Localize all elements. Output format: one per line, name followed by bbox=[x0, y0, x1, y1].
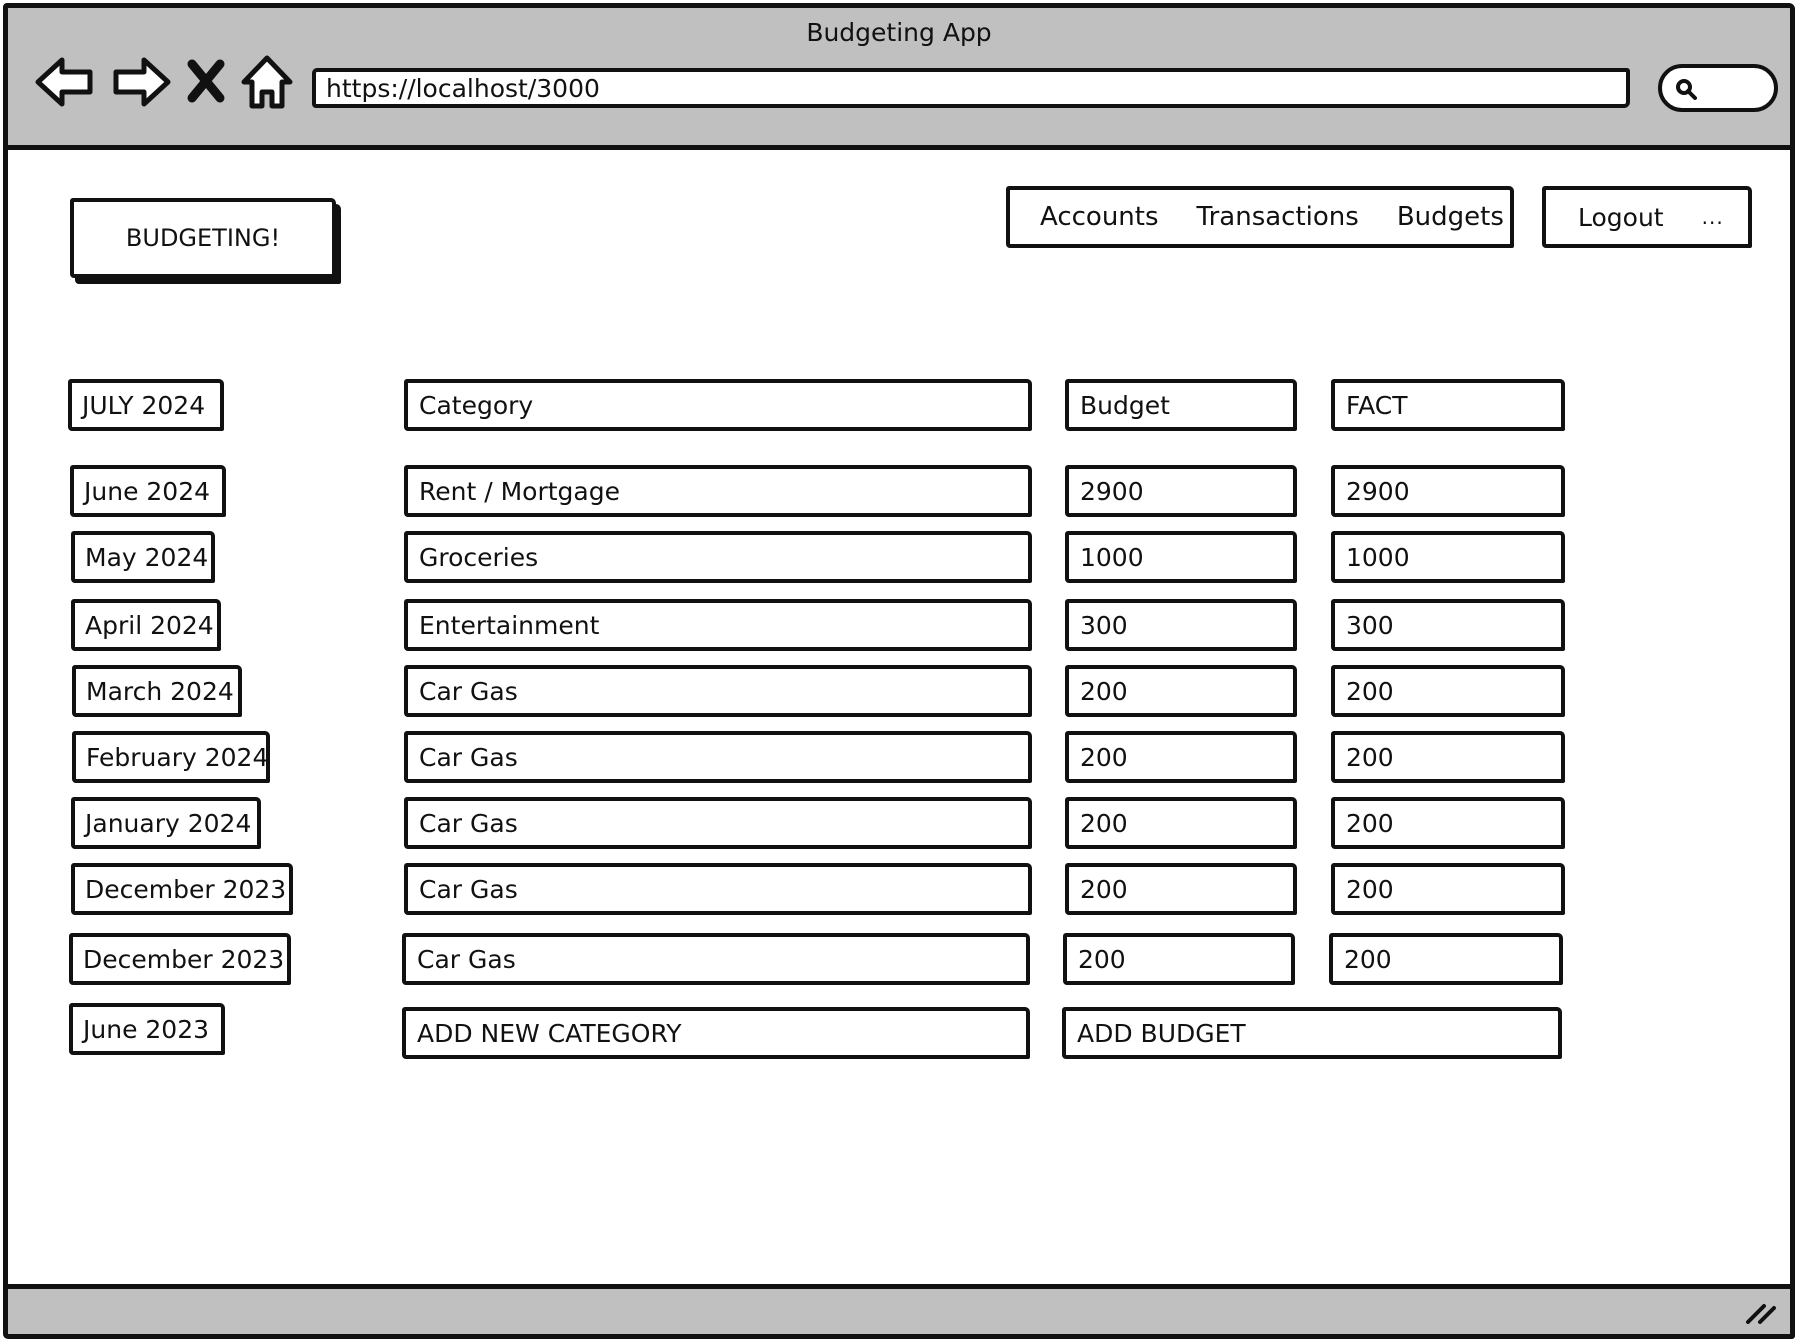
category-cell[interactable]: Groceries bbox=[404, 531, 1032, 583]
back-arrow-icon[interactable] bbox=[34, 52, 98, 112]
browser-statusbar bbox=[8, 1284, 1790, 1334]
budget-cell[interactable]: 1000 bbox=[1065, 531, 1297, 583]
month-item[interactable]: April 2024 bbox=[71, 599, 221, 651]
fact-cell[interactable]: 300 bbox=[1331, 599, 1565, 651]
user-menu: Logout ... bbox=[1542, 186, 1752, 248]
column-header-fact: FACT bbox=[1331, 379, 1565, 431]
resize-grip-icon[interactable] bbox=[1744, 1296, 1778, 1326]
nav-accounts[interactable]: Accounts bbox=[1040, 204, 1159, 230]
month-item[interactable]: December 2023 bbox=[69, 933, 291, 985]
month-item[interactable]: May 2024 bbox=[71, 531, 215, 583]
browser-window: Budgeting App https://localhost/3000 BUD… bbox=[3, 3, 1795, 1339]
month-item[interactable]: June 2024 bbox=[70, 465, 226, 517]
column-header-category: Category bbox=[404, 379, 1032, 431]
forward-arrow-icon[interactable] bbox=[108, 52, 172, 112]
fact-cell[interactable]: 200 bbox=[1331, 863, 1565, 915]
budget-cell[interactable]: 2900 bbox=[1065, 465, 1297, 517]
category-cell[interactable]: Car Gas bbox=[404, 731, 1032, 783]
fact-cell[interactable]: 1000 bbox=[1331, 531, 1565, 583]
month-item[interactable]: February 2024 bbox=[72, 731, 270, 783]
window-title: Budgeting App bbox=[806, 18, 992, 47]
fact-cell[interactable]: 2900 bbox=[1331, 465, 1565, 517]
close-icon[interactable] bbox=[184, 52, 228, 112]
logout-link[interactable]: Logout bbox=[1578, 205, 1664, 230]
category-cell[interactable]: Car Gas bbox=[404, 797, 1032, 849]
nav-budgets[interactable]: Budgets bbox=[1397, 204, 1504, 230]
category-cell[interactable]: Rent / Mortgage bbox=[404, 465, 1032, 517]
home-icon[interactable] bbox=[240, 52, 294, 112]
budget-cell[interactable]: 200 bbox=[1063, 933, 1295, 985]
add-budget-button[interactable]: ADD BUDGET bbox=[1062, 1007, 1562, 1059]
fact-cell[interactable]: 200 bbox=[1331, 731, 1565, 783]
brand-logo[interactable]: BUDGETING! bbox=[70, 198, 336, 278]
budget-cell[interactable]: 200 bbox=[1065, 665, 1297, 717]
browser-search-box[interactable] bbox=[1658, 64, 1778, 112]
category-cell[interactable]: Car Gas bbox=[402, 933, 1030, 985]
column-header-budget: Budget bbox=[1065, 379, 1297, 431]
budget-cell[interactable]: 300 bbox=[1065, 599, 1297, 651]
address-bar[interactable]: https://localhost/3000 bbox=[312, 68, 1630, 108]
budget-cell[interactable]: 200 bbox=[1065, 731, 1297, 783]
budget-cell[interactable]: 200 bbox=[1065, 863, 1297, 915]
category-cell[interactable]: Entertainment bbox=[404, 599, 1032, 651]
fact-cell[interactable]: 200 bbox=[1331, 665, 1565, 717]
category-cell[interactable]: Car Gas bbox=[404, 665, 1032, 717]
browser-titlebar: Budgeting App https://localhost/3000 bbox=[8, 8, 1790, 150]
fact-cell[interactable]: 200 bbox=[1329, 933, 1563, 985]
month-item[interactable]: JULY 2024 bbox=[68, 379, 224, 431]
month-item[interactable]: January 2024 bbox=[71, 797, 261, 849]
more-menu[interactable]: ... bbox=[1702, 207, 1724, 227]
category-cell[interactable]: Car Gas bbox=[404, 863, 1032, 915]
budget-cell[interactable]: 200 bbox=[1065, 797, 1297, 849]
month-item[interactable]: June 2023 bbox=[69, 1003, 225, 1055]
search-icon bbox=[1674, 77, 1698, 101]
add-category-button[interactable]: ADD NEW CATEGORY bbox=[402, 1007, 1030, 1059]
fact-cell[interactable]: 200 bbox=[1331, 797, 1565, 849]
month-item[interactable]: March 2024 bbox=[72, 665, 242, 717]
main-nav: Accounts Transactions Budgets bbox=[1006, 186, 1514, 248]
month-item[interactable]: December 2023 bbox=[71, 863, 293, 915]
nav-transactions[interactable]: Transactions bbox=[1197, 204, 1359, 230]
